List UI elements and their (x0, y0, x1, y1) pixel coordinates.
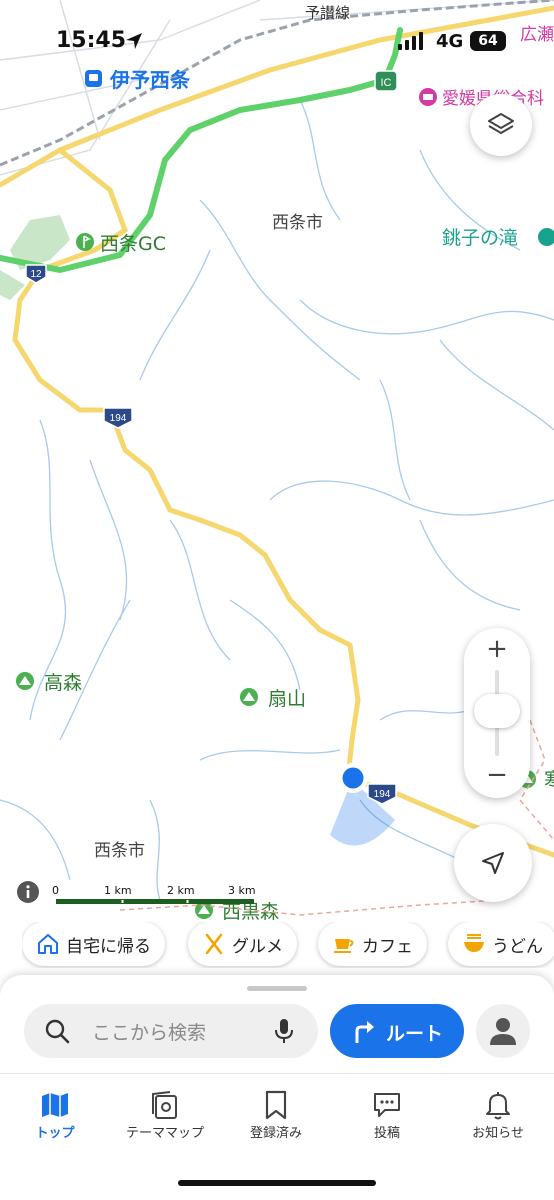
current-location-button[interactable] (454, 824, 532, 902)
udon-icon (464, 934, 484, 952)
search-input[interactable]: ここから検索 (24, 1004, 318, 1058)
search-icon (45, 1019, 70, 1044)
svg-text:194: 194 (374, 789, 391, 800)
microphone-icon[interactable] (274, 1017, 294, 1045)
utensils-icon (205, 933, 223, 955)
sheet-drag-handle[interactable] (247, 986, 307, 991)
coffee-icon (334, 939, 354, 953)
search-placeholder: ここから検索 (92, 1022, 207, 1044)
tab-notifications[interactable]: お知らせ (443, 1088, 553, 1141)
home-icon (38, 934, 58, 954)
tab-post[interactable]: 投稿 (332, 1088, 442, 1141)
info-icon[interactable] (16, 880, 40, 904)
layers-icon (488, 113, 514, 134)
chip-cafe[interactable]: カフェ (318, 922, 427, 966)
tab-top[interactable]: トップ (0, 1088, 110, 1141)
zoom-in-button[interactable]: + (464, 634, 530, 664)
scale-label-2: 2 km (167, 884, 195, 897)
svg-text:12: 12 (30, 269, 42, 280)
status-bar: 15:45 4G 64 (0, 0, 554, 80)
label-city-top: 西条市 (272, 213, 323, 233)
chip-label: カフェ (362, 936, 413, 957)
chip-label: うどん (492, 936, 543, 957)
label-mountain-right: 寒 (544, 769, 554, 791)
layers-button[interactable] (470, 94, 532, 156)
tab-label: テーママップ (125, 1126, 204, 1141)
tab-label: 投稿 (373, 1126, 400, 1141)
zoom-out-button[interactable]: − (464, 760, 530, 790)
mountain-icon-takamori (16, 672, 34, 690)
route-button[interactable]: ルート (330, 1004, 464, 1058)
scale-label-3: 3 km (228, 884, 256, 897)
tab-bar: トップ テーママップ 登録済み 投稿 お知らせ (0, 1073, 554, 1153)
navigation-arrow-icon (482, 852, 504, 874)
tab-label: 登録済み (249, 1126, 302, 1141)
bookmark-icon (265, 1090, 287, 1120)
label-city-bottom: 西条市 (94, 841, 145, 861)
label-waterfall: 銚子の滝 (442, 227, 518, 249)
museum-icon (419, 88, 437, 106)
route-button-label: ルート (386, 1023, 444, 1045)
mountain-icon-ougiyama (240, 688, 258, 706)
map-scale: 0 1 km 2 km 3 km (16, 878, 276, 908)
tab-saved[interactable]: 登録済み (221, 1088, 331, 1141)
bell-icon (486, 1092, 510, 1120)
network-type: 4G (436, 31, 464, 52)
status-time: 15:45 (56, 28, 127, 53)
post-icon (374, 1093, 400, 1117)
tab-label: お知らせ (472, 1126, 524, 1141)
map-icon (42, 1093, 68, 1117)
label-golf: 西条GC (100, 233, 166, 255)
location-arrow-icon (126, 33, 142, 49)
chip-go-home[interactable]: 自宅に帰る (22, 922, 165, 966)
golf-icon (76, 233, 94, 251)
category-chips: 自宅に帰る グルメ カフェ うどん (22, 922, 554, 968)
home-indicator (178, 1180, 376, 1186)
theme-map-icon (152, 1091, 177, 1119)
scale-label-0: 0 (52, 884, 59, 897)
user-icon (490, 1018, 516, 1045)
profile-button[interactable] (476, 1004, 530, 1058)
zoom-slider-handle[interactable] (474, 694, 520, 728)
chip-udon[interactable]: うどん (448, 922, 554, 966)
label-takamori: 高森 (44, 672, 82, 694)
turn-right-icon (355, 1021, 374, 1043)
chip-label: グルメ (232, 936, 283, 957)
tab-label: トップ (35, 1126, 75, 1141)
battery-icon: 64 (470, 31, 506, 51)
label-ougiyama: 扇山 (268, 688, 306, 710)
scale-bar (56, 899, 254, 904)
svg-text:194: 194 (110, 413, 127, 424)
scale-label-1: 1 km (104, 884, 132, 897)
chip-label: 自宅に帰る (66, 936, 151, 957)
tab-theme-map[interactable]: テーママップ (110, 1088, 220, 1141)
signal-icon (398, 32, 423, 50)
bottom-sheet: ここから検索 ルート トップ テーママップ 登録済み 投稿 お知らせ (0, 975, 554, 1200)
zoom-control: + − (464, 628, 530, 798)
chip-gourmet[interactable]: グルメ (188, 922, 297, 966)
